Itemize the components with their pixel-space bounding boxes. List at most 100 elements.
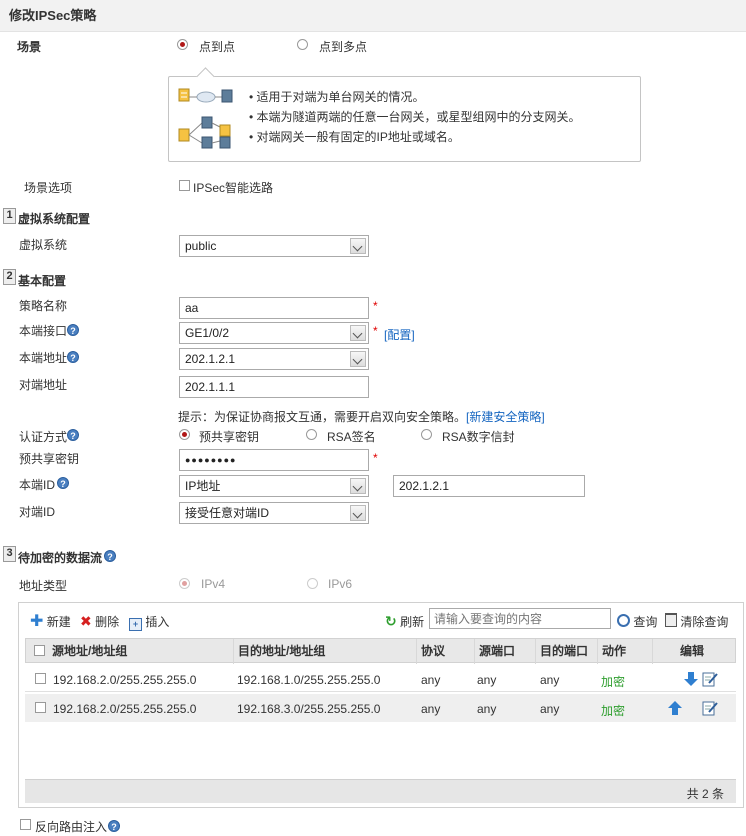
scene-option-label: 场景选项 xyxy=(24,181,73,195)
query-button-label: 查询 xyxy=(633,615,658,629)
section-3-title: 待加密的数据流 xyxy=(18,551,103,565)
ipsec-smart-route-label[interactable]: IPSec智能选路 xyxy=(193,179,273,196)
scene-p2p-radio[interactable] xyxy=(177,39,188,50)
col-proto-header[interactable]: 协议 xyxy=(417,639,475,664)
addr-ipv6-radio[interactable] xyxy=(307,578,318,589)
row-dport: any xyxy=(540,673,560,687)
delete-x-icon: ✖ xyxy=(80,613,92,629)
local-id-label: 本端ID xyxy=(19,478,56,492)
auth-rsa-env-label[interactable]: RSA数字信封 xyxy=(442,428,515,445)
help-icon[interactable]: ? xyxy=(67,351,79,363)
local-id-type-select[interactable]: IP地址 xyxy=(179,475,369,497)
p2mp-diagram-icon xyxy=(178,116,231,149)
required-mark: * xyxy=(373,451,378,465)
section-2-number: 2 xyxy=(3,269,16,285)
scene-p2mp-label[interactable]: 点到多点 xyxy=(319,38,367,55)
dataflow-panel: ✚ 新建 ✖ 删除 + 插入 ↻ 刷新 查询 清除查询 源地址/地址组 目的地址… xyxy=(18,602,744,808)
addr-ipv6-label[interactable]: IPv6 xyxy=(328,577,352,591)
move-down-icon[interactable] xyxy=(684,671,698,687)
refresh-button[interactable]: ↻ 刷新 xyxy=(385,613,424,630)
plus-icon: ✚ xyxy=(30,613,44,630)
section-1-title: 虚拟系统配置 xyxy=(18,212,91,226)
row-checkbox[interactable] xyxy=(35,702,46,713)
chevron-down-icon xyxy=(350,505,366,521)
psk-input[interactable]: ●●●●●●●● xyxy=(179,449,369,471)
section-3-number: 3 xyxy=(3,546,16,562)
auth-method-label: 认证方式 xyxy=(19,430,68,444)
local-id-type-value: IP地址 xyxy=(185,479,221,493)
auth-rsa-sig-radio[interactable] xyxy=(306,429,317,440)
auth-rsa-sig-label[interactable]: RSA签名 xyxy=(327,428,376,445)
help-icon[interactable]: ? xyxy=(108,820,120,832)
scene-info-box: • 适用于对端为单台网关的情况。 • 本端为隧道两端的任意一台网关，或星型组网中… xyxy=(168,67,641,162)
config-link[interactable]: [配置] xyxy=(384,326,415,343)
row-checkbox[interactable] xyxy=(35,673,46,684)
total-count: 共 2 条 xyxy=(686,787,724,801)
table-row[interactable]: 192.168.2.0/255.255.255.0 192.168.1.0/25… xyxy=(25,666,736,692)
edit-icon[interactable] xyxy=(702,671,718,687)
chevron-down-icon xyxy=(350,325,366,341)
clear-query-button-label: 清除查询 xyxy=(680,615,729,629)
help-icon[interactable]: ? xyxy=(67,324,79,336)
reverse-route-label[interactable]: 反向路由注入 xyxy=(35,818,107,835)
new-security-policy-link[interactable]: [新建安全策略] xyxy=(466,410,545,424)
scene-label: 场景 xyxy=(17,40,42,54)
addr-ipv4-label[interactable]: IPv4 xyxy=(201,577,225,591)
local-addr-select[interactable]: 202.1.2.1 xyxy=(179,348,369,370)
scene-p2mp-radio[interactable] xyxy=(297,39,308,50)
help-icon[interactable]: ? xyxy=(67,429,79,441)
col-src-header[interactable]: 源地址/地址组 xyxy=(48,639,234,664)
local-if-select[interactable]: GE1/0/2 xyxy=(179,322,369,344)
insert-button[interactable]: + 插入 xyxy=(129,613,169,631)
vsys-select[interactable]: public xyxy=(179,235,369,257)
select-all-checkbox[interactable] xyxy=(34,645,45,656)
peer-id-select[interactable]: 接受任意对端ID xyxy=(179,502,369,524)
row-sport: any xyxy=(477,673,497,687)
row-action: 加密 xyxy=(601,704,626,718)
addr-ipv4-radio[interactable] xyxy=(179,578,190,589)
page-title: 修改IPSec策略 xyxy=(0,0,746,32)
col-dport-header[interactable]: 目的端口 xyxy=(536,639,598,664)
reverse-route-checkbox[interactable] xyxy=(20,819,31,830)
refresh-button-label: 刷新 xyxy=(400,615,425,629)
peer-addr-input[interactable]: 202.1.1.1 xyxy=(179,376,369,398)
local-if-value: GE1/0/2 xyxy=(185,326,230,340)
row-src: 192.168.2.0/255.255.255.0 xyxy=(53,673,197,687)
move-up-icon[interactable] xyxy=(668,700,682,716)
policy-name-input[interactable]: aa xyxy=(179,297,369,319)
info-box-notch xyxy=(196,67,215,86)
edit-icon[interactable] xyxy=(702,700,718,716)
row-src: 192.168.2.0/255.255.255.0 xyxy=(53,702,197,716)
auth-rsa-env-radio[interactable] xyxy=(421,429,432,440)
required-mark: * xyxy=(373,324,378,338)
delete-button[interactable]: ✖ 删除 xyxy=(80,613,119,630)
section-1-number: 1 xyxy=(3,208,16,224)
row-dst: 192.168.1.0/255.255.255.0 xyxy=(237,673,381,687)
new-button[interactable]: ✚ 新建 xyxy=(30,613,71,630)
row-sport: any xyxy=(477,702,497,716)
clear-query-button[interactable]: 清除查询 xyxy=(665,613,728,630)
auth-psk-label[interactable]: 预共享密钥 xyxy=(199,428,259,445)
help-icon[interactable]: ? xyxy=(104,550,116,562)
scene-p2p-label[interactable]: 点到点 xyxy=(199,38,235,55)
col-dst-header[interactable]: 目的地址/地址组 xyxy=(234,639,417,664)
trash-icon xyxy=(665,613,677,627)
table-footer: 共 2 条 xyxy=(25,779,736,803)
vsys-label: 虚拟系统 xyxy=(19,238,68,252)
col-action-header[interactable]: 动作 xyxy=(598,639,653,664)
auth-psk-radio[interactable] xyxy=(179,429,190,440)
p2p-diagram-icon xyxy=(178,88,233,103)
col-sport-header[interactable]: 源端口 xyxy=(475,639,536,664)
local-addr-label: 本端地址 xyxy=(19,351,68,365)
search-input[interactable] xyxy=(429,608,611,629)
table-row[interactable]: 192.168.2.0/255.255.255.0 192.168.3.0/25… xyxy=(25,694,736,722)
row-dport: any xyxy=(540,702,560,716)
new-button-label: 新建 xyxy=(46,615,71,629)
query-button[interactable]: 查询 xyxy=(617,613,657,630)
ipsec-smart-route-checkbox[interactable] xyxy=(179,180,190,191)
delete-button-label: 删除 xyxy=(95,615,120,629)
help-icon[interactable]: ? xyxy=(57,477,69,489)
peer-id-value: 接受任意对端ID xyxy=(185,506,270,520)
local-id-value-input[interactable]: 202.1.2.1 xyxy=(393,475,585,497)
row-dst: 192.168.3.0/255.255.255.0 xyxy=(237,702,381,716)
